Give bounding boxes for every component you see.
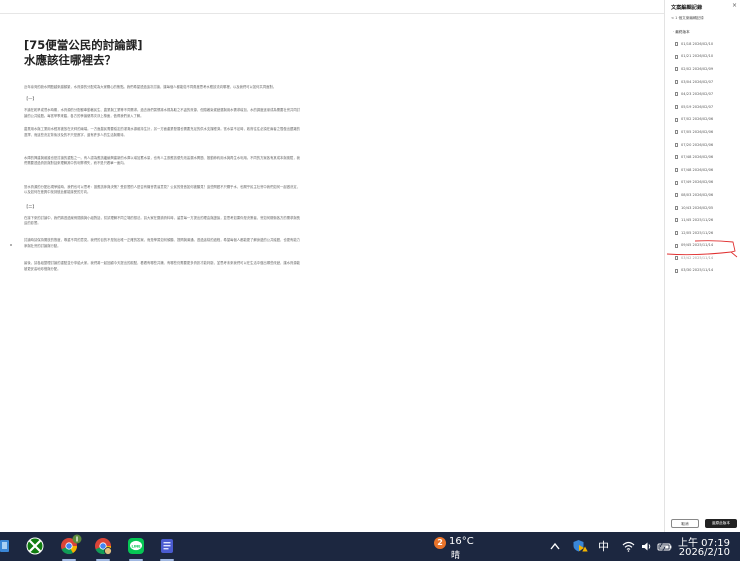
version-item-label: 03/30 2025/11/14 <box>681 268 714 273</box>
version-category: ‧ 最終版本 <box>673 30 690 34</box>
document-paragraph: 水庫的興建與維護也是討論的重點之一。有人認為應該繼續興建新的水庫以增加蓄水量，也… <box>24 156 300 166</box>
note-app-icon[interactable] <box>158 537 176 555</box>
wifi-icon[interactable] <box>622 541 635 552</box>
document-icon <box>675 167 678 172</box>
version-item[interactable]: 12/05 2025/11/26 <box>665 227 740 240</box>
version-item-label: 03/04 2026/02/07 <box>681 79 714 84</box>
line-icon[interactable]: LINE <box>127 537 145 555</box>
chevron-up-icon[interactable] <box>550 542 560 550</box>
document-icon <box>675 142 678 147</box>
weather-condition[interactable]: 晴 <box>451 548 460 561</box>
toolbar-divider <box>0 13 664 14</box>
notification-badge-icon <box>72 534 82 544</box>
version-item[interactable]: 01/18 2026/02/10 <box>665 38 740 51</box>
document-title-line2: 水應該往哪裡去？ <box>24 53 116 67</box>
weather-temperature[interactable]: 16°C <box>449 536 474 547</box>
document-icon <box>675 256 678 261</box>
version-item[interactable]: 05/19 2026/02/07 <box>665 101 740 114</box>
version-item[interactable]: 03/04 2026/02/07 <box>665 76 740 89</box>
version-item-label: 07/48 2026/02/06 <box>681 167 714 172</box>
version-item[interactable]: 07/05 2026/02/06 <box>665 126 740 139</box>
version-item-label: 07/05 2026/02/06 <box>681 129 714 134</box>
svg-text:LINE: LINE <box>131 544 141 548</box>
xbox-icon[interactable] <box>26 537 44 555</box>
chrome-profile-icon[interactable] <box>94 537 112 555</box>
version-item[interactable]: 07/49 2026/02/06 <box>665 177 740 190</box>
version-item[interactable]: 10/43 2026/02/05 <box>665 202 740 215</box>
version-item-label: 07/48 2026/02/06 <box>681 155 714 160</box>
version-item[interactable]: 09/45 2025/11/14 <box>665 240 740 253</box>
version-item-label: 07/49 2026/02/06 <box>681 180 714 185</box>
document-paragraph: 當水資源的分配出現爭議時，我們也可以思考：誰應該參與決策？受影響的人是否有機會表… <box>24 184 300 195</box>
document-icon <box>675 79 678 84</box>
version-item[interactable]: 08/03 2026/02/06 <box>665 189 740 202</box>
version-item-label: 03/42 2025/11/14 <box>681 255 714 260</box>
document-paragraph: 不論在乾旱或豐水時期，水資源的分配都牽動著民生、農業與工業等不同需求。過去我們習… <box>24 108 300 118</box>
version-item[interactable]: 01/21 2026/02/10 <box>665 51 740 64</box>
version-item[interactable]: 03/42 2025/11/14 <box>665 252 740 265</box>
document-paragraph: 近年臺灣的缺水問題越來越頻繁，水資源的分配成為大家關心的焦點。我們希望透過這次討… <box>24 85 277 89</box>
document-icon <box>675 205 678 210</box>
version-item[interactable]: 04/23 2026/02/07 <box>665 88 740 101</box>
version-history-panel: 文案編輯記錄 × < 1 個文案編輯記錄 ‧ 最終版本 01/18 2026/0… <box>664 0 740 532</box>
version-item[interactable]: 07/02 2026/02/06 <box>665 114 740 127</box>
cursor-marker-icon <box>10 244 12 246</box>
version-item[interactable]: 07/20 2026/02/06 <box>665 139 740 152</box>
document-section-heading: 【一】 <box>24 96 37 102</box>
document-icon <box>675 218 678 223</box>
document-icon <box>675 130 678 135</box>
restore-version-button[interactable]: 還原此版本 <box>705 519 737 528</box>
version-item[interactable]: 07/48 2026/02/06 <box>665 151 740 164</box>
version-item-label: 10/43 2026/02/05 <box>681 205 714 210</box>
document-icon <box>675 230 678 235</box>
version-item[interactable]: 07/48 2026/02/06 <box>665 164 740 177</box>
version-item-label: 02/02 2026/02/09 <box>681 66 714 71</box>
document-paragraph: 在接下來的討論中，我們將透過案例閱讀與小組對話，嘗試理解不同立場的想法。請大家在… <box>24 215 300 226</box>
document-paragraph: 最後，請各組整理討論的重點並分享給大家。我們將一起回顧今天提出的觀點，看看有哪些… <box>24 261 300 271</box>
clock-date[interactable]: 2026/2/10 <box>672 547 730 558</box>
version-item-label: 11/45 2025/11/26 <box>681 218 714 223</box>
document-icon <box>675 155 678 160</box>
panel-title: 文案編輯記錄 <box>671 5 703 11</box>
document-icon <box>675 67 678 72</box>
document-icon <box>675 104 678 109</box>
document-paragraph: 農業用水與工業用水經常被放在天秤的兩端。一方面農民需要穩定的灌溉水源維持生計，另… <box>24 127 300 137</box>
document-icon <box>675 268 678 273</box>
version-item-label: 09/45 2025/11/14 <box>681 243 714 248</box>
cancel-button[interactable]: 取消 <box>671 519 699 528</box>
document-paragraph: 討論時請保持開放的態度，尊重不同的意見。我們的目的不是找出唯一正確的答案，而是學… <box>24 238 300 248</box>
document-icon <box>675 180 678 185</box>
document-icon <box>675 193 678 198</box>
version-item-label: 08/03 2026/02/06 <box>681 192 714 197</box>
document-canvas[interactable]: [75便當公民的討論課] 水應該往哪裡去？ 近年臺灣的缺水問題越來越頻繁，水資源… <box>0 0 664 532</box>
version-item-label: 07/02 2026/02/06 <box>681 117 714 122</box>
version-item-label: 01/21 2026/02/10 <box>681 54 714 59</box>
battery-icon[interactable] <box>657 541 673 552</box>
document-section-heading: 【二】 <box>24 203 37 209</box>
version-item-label: 07/20 2026/02/06 <box>681 142 714 147</box>
back-link[interactable]: < 1 個文案編輯記錄 <box>671 16 704 21</box>
document-icon <box>675 42 678 46</box>
document-title-line1: [75便當公民的討論課] <box>24 38 143 52</box>
volume-icon[interactable] <box>641 541 653 552</box>
version-item-label: 01/18 2026/02/10 <box>681 41 714 46</box>
weather-notification-badge[interactable]: 2 <box>434 537 446 549</box>
version-item-label: 04/23 2026/02/07 <box>681 92 714 97</box>
version-item-label: 12/05 2025/11/26 <box>681 230 714 235</box>
warning-icon <box>582 546 588 552</box>
version-item[interactable]: 02/02 2026/02/09 <box>665 63 740 76</box>
version-list: 01/18 2026/02/10 01/21 2026/02/10 02/02 20… <box>665 38 740 277</box>
document-icon <box>675 54 678 59</box>
document-icon <box>675 92 678 97</box>
window-icon[interactable] <box>0 537 18 555</box>
version-item[interactable]: 11/45 2025/11/26 <box>665 214 740 227</box>
document-icon <box>675 243 678 248</box>
document-content[interactable]: [75便當公民的討論課] 水應該往哪裡去？ 近年臺灣的缺水問題越來越頻繁，水資源… <box>24 38 300 278</box>
document-icon <box>675 117 678 122</box>
ime-indicator[interactable]: 中 <box>598 538 609 554</box>
version-item-label: 05/19 2026/02/07 <box>681 104 714 109</box>
close-icon[interactable]: × <box>732 2 737 9</box>
version-item[interactable]: 03/30 2025/11/14 <box>665 265 740 278</box>
